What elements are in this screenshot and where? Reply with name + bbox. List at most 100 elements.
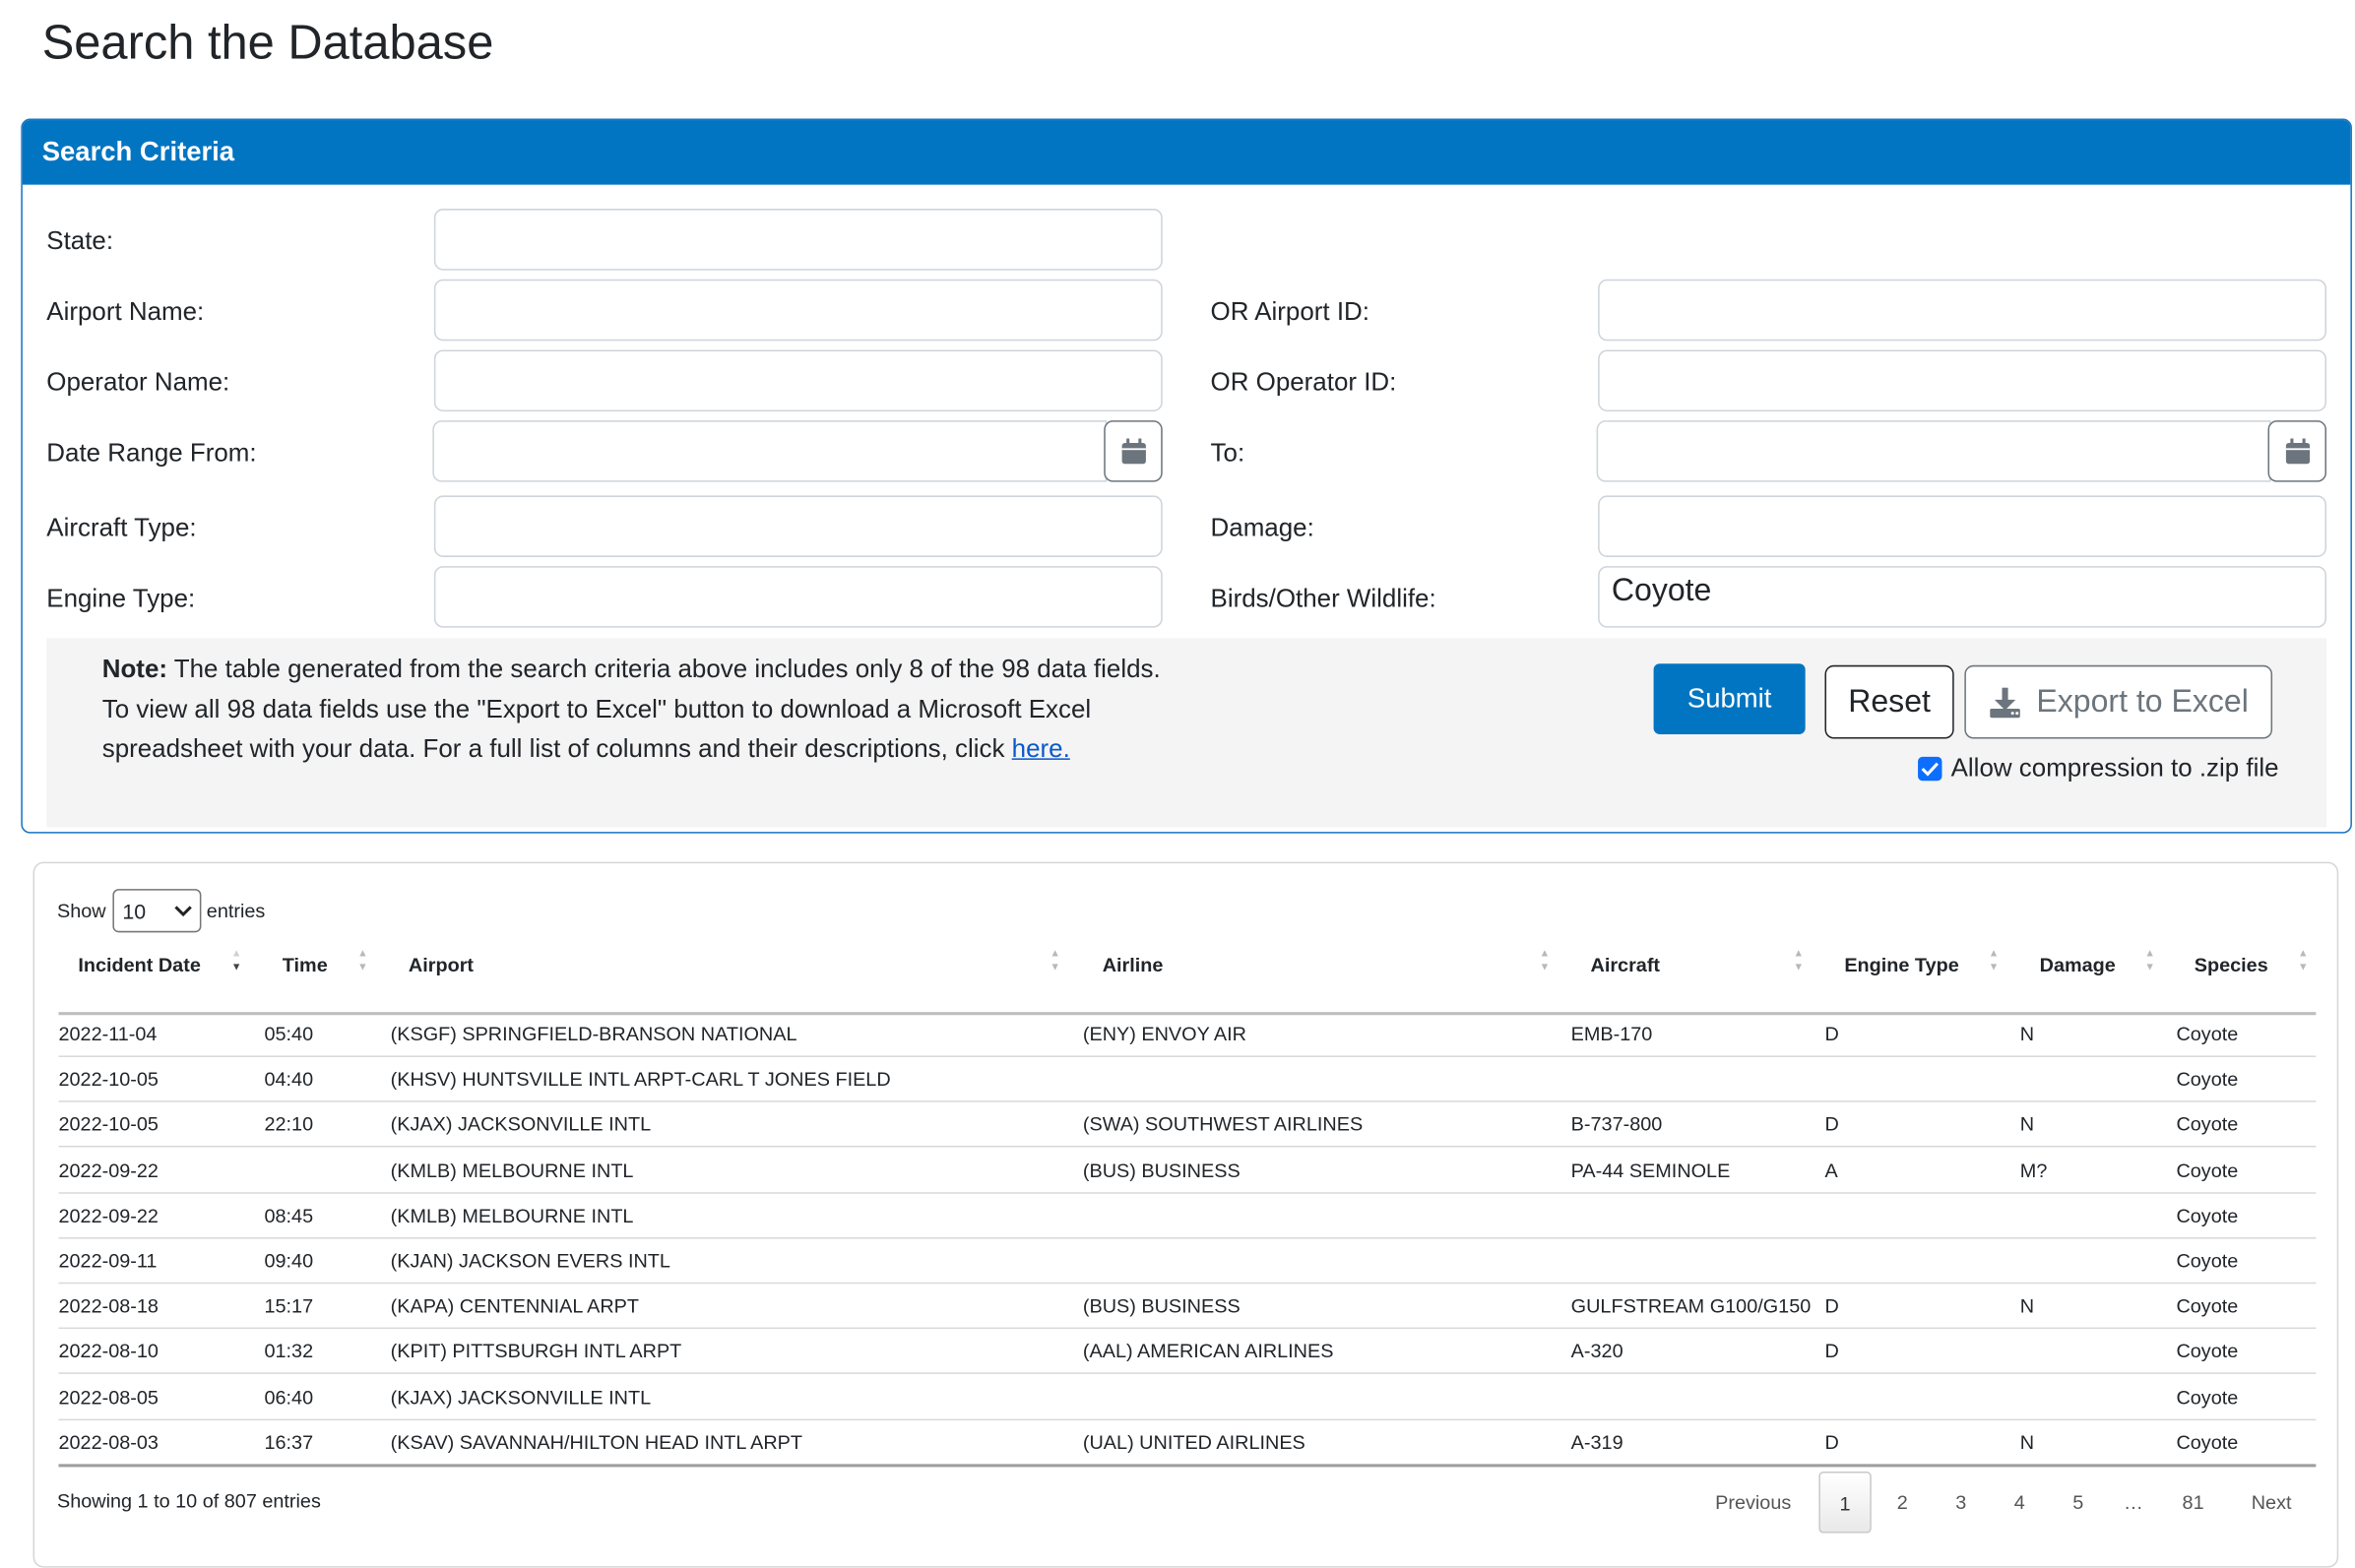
- date-to-calendar-button[interactable]: [2267, 420, 2326, 482]
- table-cell: 16:37: [264, 1430, 314, 1454]
- date-to-input[interactable]: [1596, 420, 2271, 482]
- pager-page-3[interactable]: 3: [1955, 1472, 1966, 1534]
- airport-name-input[interactable]: [433, 279, 1163, 342]
- table-cell: (AAL) AMERICAN AIRLINES: [1082, 1340, 1334, 1363]
- table-row-divider: [58, 1191, 2317, 1194]
- engine-type-input[interactable]: [433, 566, 1163, 628]
- table-cell: 09:40: [264, 1249, 314, 1273]
- column-header-airline[interactable]: Airline: [1103, 954, 1164, 976]
- column-header-aircraft[interactable]: Aircraft: [1591, 954, 1661, 976]
- date-from-calendar-button[interactable]: [1104, 420, 1163, 482]
- sort-icon[interactable]: ▲ ▼: [1989, 948, 2000, 974]
- table-cell: M?: [2019, 1159, 2048, 1181]
- table-cell: D: [1824, 1340, 1839, 1363]
- zip-checkbox[interactable]: [1918, 756, 1942, 782]
- aircraft-type-label: Aircraft Type:: [46, 513, 197, 542]
- pager-previous[interactable]: Previous: [1715, 1472, 1791, 1534]
- column-header-engine-type[interactable]: Engine Type: [1844, 954, 1958, 976]
- column-header-time[interactable]: Time: [283, 954, 328, 976]
- export-excel-button[interactable]: Export to Excel: [1964, 664, 2273, 739]
- airport-id-input[interactable]: [1598, 279, 2326, 342]
- table-cell: (ENY) ENVOY AIR: [1082, 1022, 1246, 1045]
- wildlife-label: Birds/Other Wildlife:: [1210, 584, 1436, 613]
- table-cell: Coyote: [2176, 1294, 2239, 1318]
- aircraft-type-input[interactable]: [433, 495, 1163, 557]
- table-cell: (KSAV) SAVANNAH/HILTON HEAD INTL ARPT: [390, 1430, 803, 1454]
- column-header-damage[interactable]: Damage: [2040, 954, 2116, 976]
- entries-length: Show 10 entries: [57, 889, 265, 933]
- table-cell: 2022-08-05: [58, 1385, 159, 1409]
- download-icon: [1990, 686, 2020, 718]
- pager-page-1[interactable]: 1: [1818, 1471, 1872, 1534]
- sort-icon[interactable]: ▲ ▼: [1793, 948, 1804, 974]
- engine-type-label: Engine Type:: [46, 584, 196, 613]
- table-cell: (KJAX) JACKSONVILLE INTL: [390, 1385, 652, 1409]
- table-cell: 2022-11-04: [58, 1022, 158, 1045]
- operator-name-label: Operator Name:: [46, 367, 230, 397]
- entries-select[interactable]: 10: [111, 889, 201, 933]
- date-to-label: To:: [1210, 438, 1245, 468]
- column-header-incident-date[interactable]: Incident Date: [78, 954, 201, 976]
- pager-page-4[interactable]: 4: [2014, 1472, 2025, 1534]
- table-row-divider: [58, 1372, 2317, 1375]
- column-header-airport[interactable]: Airport: [409, 954, 474, 976]
- results-card: Show 10 entries Incident Date ▲ ▼ Time ▲ ▼ Air…: [32, 861, 2339, 1568]
- table-cell: (BUS) BUSINESS: [1082, 1294, 1241, 1318]
- table-cell: 2022-09-11: [58, 1249, 158, 1273]
- search-criteria-card: Search Criteria State: Airport Name: OR …: [21, 118, 2352, 834]
- state-input[interactable]: [433, 209, 1163, 271]
- sort-icon[interactable]: ▲ ▼: [2298, 948, 2309, 974]
- table-row-divider: [58, 1236, 2317, 1239]
- export-label: Export to Excel: [2036, 683, 2249, 719]
- operator-name-input[interactable]: [433, 349, 1163, 411]
- calendar-icon: [1120, 438, 1146, 465]
- checkmark-icon: [1921, 762, 1940, 777]
- table-cell: (KSGF) SPRINGFIELD-BRANSON NATIONAL: [390, 1022, 797, 1045]
- pager-next[interactable]: Next: [2252, 1472, 2292, 1534]
- entries-value: 10: [122, 899, 147, 923]
- table-row-divider: [58, 1282, 2317, 1285]
- date-from-input[interactable]: [432, 420, 1108, 482]
- sort-icon[interactable]: ▲ ▼: [1050, 948, 1060, 974]
- table-cell: Coyote: [2176, 1022, 2239, 1045]
- sort-icon[interactable]: ▲ ▼: [2144, 948, 2155, 974]
- pager-page-2[interactable]: 2: [1897, 1472, 1908, 1534]
- submit-button[interactable]: Submit: [1653, 663, 1806, 734]
- pager-page-last[interactable]: 81: [2183, 1472, 2204, 1534]
- columns-help-link[interactable]: here.: [1012, 734, 1070, 763]
- table-cell: A-319: [1570, 1430, 1623, 1454]
- table-cell: 04:40: [264, 1067, 314, 1091]
- table-cell: (KHSV) HUNTSVILLE INTL ARPT-CARL T JONES…: [390, 1067, 891, 1091]
- date-from-label: Date Range From:: [46, 438, 257, 468]
- table-cell: Coyote: [2176, 1249, 2239, 1273]
- sort-icon[interactable]: ▲ ▼: [357, 948, 368, 974]
- table-cell: (BUS) BUSINESS: [1082, 1159, 1241, 1181]
- table-row-divider: [58, 1464, 2317, 1468]
- zip-option: Allow compression to .zip file: [1918, 754, 2279, 784]
- operator-id-input[interactable]: [1598, 349, 2326, 411]
- table-cell: 01:32: [264, 1340, 314, 1363]
- table-cell: D: [1824, 1022, 1839, 1045]
- pager-page-5[interactable]: 5: [2072, 1472, 2083, 1534]
- table-cell: 22:10: [264, 1112, 314, 1136]
- table-cell: Coyote: [2176, 1340, 2239, 1363]
- table-cell: D: [1824, 1430, 1839, 1454]
- sort-icon[interactable]: ▲ ▼: [1540, 948, 1551, 974]
- table-info: Showing 1 to 10 of 807 entries: [56, 1489, 321, 1513]
- table-cell: EMB-170: [1570, 1022, 1653, 1045]
- calendar-icon: [2285, 438, 2310, 465]
- table-row-divider: [58, 1146, 2317, 1149]
- damage-input[interactable]: [1598, 495, 2326, 557]
- wildlife-input[interactable]: Coyote: [1598, 566, 2326, 628]
- table-cell: GULFSTREAM G100/G150: [1570, 1294, 1812, 1318]
- table-cell: N: [2019, 1294, 2035, 1318]
- reset-button[interactable]: Reset: [1824, 664, 1954, 739]
- table-cell: N: [2019, 1022, 2035, 1045]
- column-header-species[interactable]: Species: [2195, 954, 2268, 976]
- table-cell: (SWA) SOUTHWEST AIRLINES: [1082, 1112, 1364, 1136]
- sort-icon[interactable]: ▲ ▼: [231, 948, 242, 974]
- table-cell: Coyote: [2176, 1067, 2239, 1091]
- table-cell: B-737-800: [1570, 1112, 1663, 1136]
- note-text: Note: The table generated from the searc…: [102, 651, 1183, 770]
- table-cell: A-320: [1570, 1340, 1623, 1363]
